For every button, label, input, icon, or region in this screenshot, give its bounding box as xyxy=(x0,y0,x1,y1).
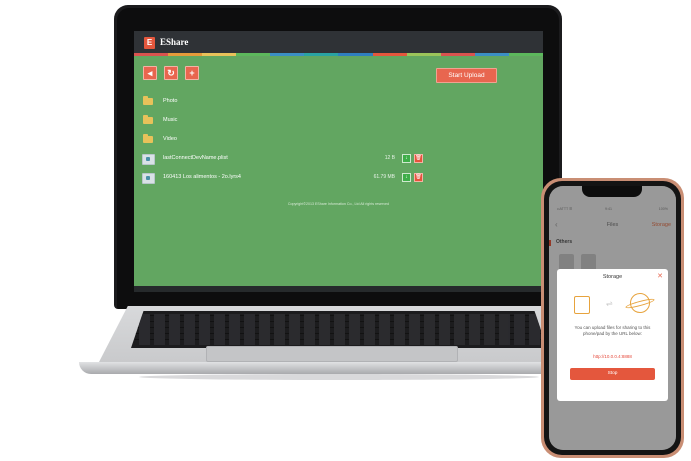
close-icon[interactable]: ✕ xyxy=(657,272,663,280)
color-strip-segment xyxy=(304,53,339,56)
color-strip-segment xyxy=(270,53,305,56)
trackpad xyxy=(206,346,458,362)
app-title: EShare xyxy=(160,37,189,47)
share-url[interactable]: http://10.0.0.4:8888 xyxy=(557,354,668,359)
file-size: 61.79 MB xyxy=(373,174,395,180)
folder-row-photo[interactable]: Photo xyxy=(140,96,425,111)
file-size: 12 B xyxy=(384,155,395,161)
row-name: Photo xyxy=(163,98,178,104)
transfer-arrows-icon: ⇌ xyxy=(606,299,613,308)
eshare-logo-icon: E xyxy=(144,37,155,49)
copyright-text: Copyright©2013 EShare Information Co., L… xyxy=(287,202,390,206)
download-icon[interactable]: ↓ xyxy=(402,173,411,182)
stop-button[interactable]: Stop xyxy=(570,368,655,380)
row-name: Video xyxy=(163,136,177,142)
delete-icon[interactable]: 🗑 xyxy=(414,173,423,182)
row-name: 160413 Los alimentos - 2o.lyrs4 xyxy=(163,174,241,180)
folder-icon xyxy=(143,115,153,124)
folder-row-music[interactable]: Music xyxy=(140,115,425,130)
dialog-title: Storage xyxy=(602,274,623,280)
color-strip-segment xyxy=(134,53,169,56)
color-strip-segment xyxy=(338,53,373,56)
dialog-message: You can upload files for sharing to this… xyxy=(574,325,651,336)
file-icon xyxy=(142,173,155,184)
planet-illustration-icon xyxy=(630,293,650,313)
color-strip-segment xyxy=(372,53,407,56)
color-strip-segment xyxy=(236,53,271,56)
back-arrow-icon[interactable]: ◂ xyxy=(143,66,157,80)
folder-icon xyxy=(143,134,153,143)
row-name: lastConnectDevName.plist xyxy=(163,155,228,161)
keyboard xyxy=(131,311,547,348)
folder-icon xyxy=(143,96,153,105)
file-row[interactable]: 160413 Los alimentos - 2o.lyrs4 61.79 MB… xyxy=(140,173,425,187)
color-strip-segment xyxy=(508,53,543,56)
phone-illustration-icon xyxy=(574,296,590,314)
laptop-screen: E EShare ◂ ↻ + Start Upload Photo Music … xyxy=(134,31,543,292)
color-strip-segment xyxy=(440,53,475,56)
file-row[interactable]: lastConnectDevName.plist 12 B ↓ 🗑 xyxy=(140,154,425,168)
plus-icon[interactable]: + xyxy=(185,66,199,80)
color-strip-segment xyxy=(168,53,203,56)
screen-bezel-bottom xyxy=(134,286,543,292)
folder-row-video[interactable]: Video xyxy=(140,134,425,149)
file-icon xyxy=(142,154,155,165)
row-name: Music xyxy=(163,117,178,123)
app-header: E EShare xyxy=(134,31,543,53)
refresh-icon[interactable]: ↻ xyxy=(164,66,178,80)
start-upload-button[interactable]: Start Upload xyxy=(436,68,497,83)
phone-screen: ••ATTT ☰ 9:41 100% ‹ Files Storage Other… xyxy=(549,186,676,450)
storage-dialog: Storage ✕ ⇌ You can upload files for sha… xyxy=(557,269,668,401)
color-strip-segment xyxy=(202,53,237,56)
color-strip xyxy=(134,53,543,56)
laptop-base xyxy=(79,306,599,381)
download-icon[interactable]: ↓ xyxy=(402,154,411,163)
color-strip-segment xyxy=(406,53,441,56)
color-strip-segment xyxy=(474,53,509,56)
delete-icon[interactable]: 🗑 xyxy=(414,154,423,163)
